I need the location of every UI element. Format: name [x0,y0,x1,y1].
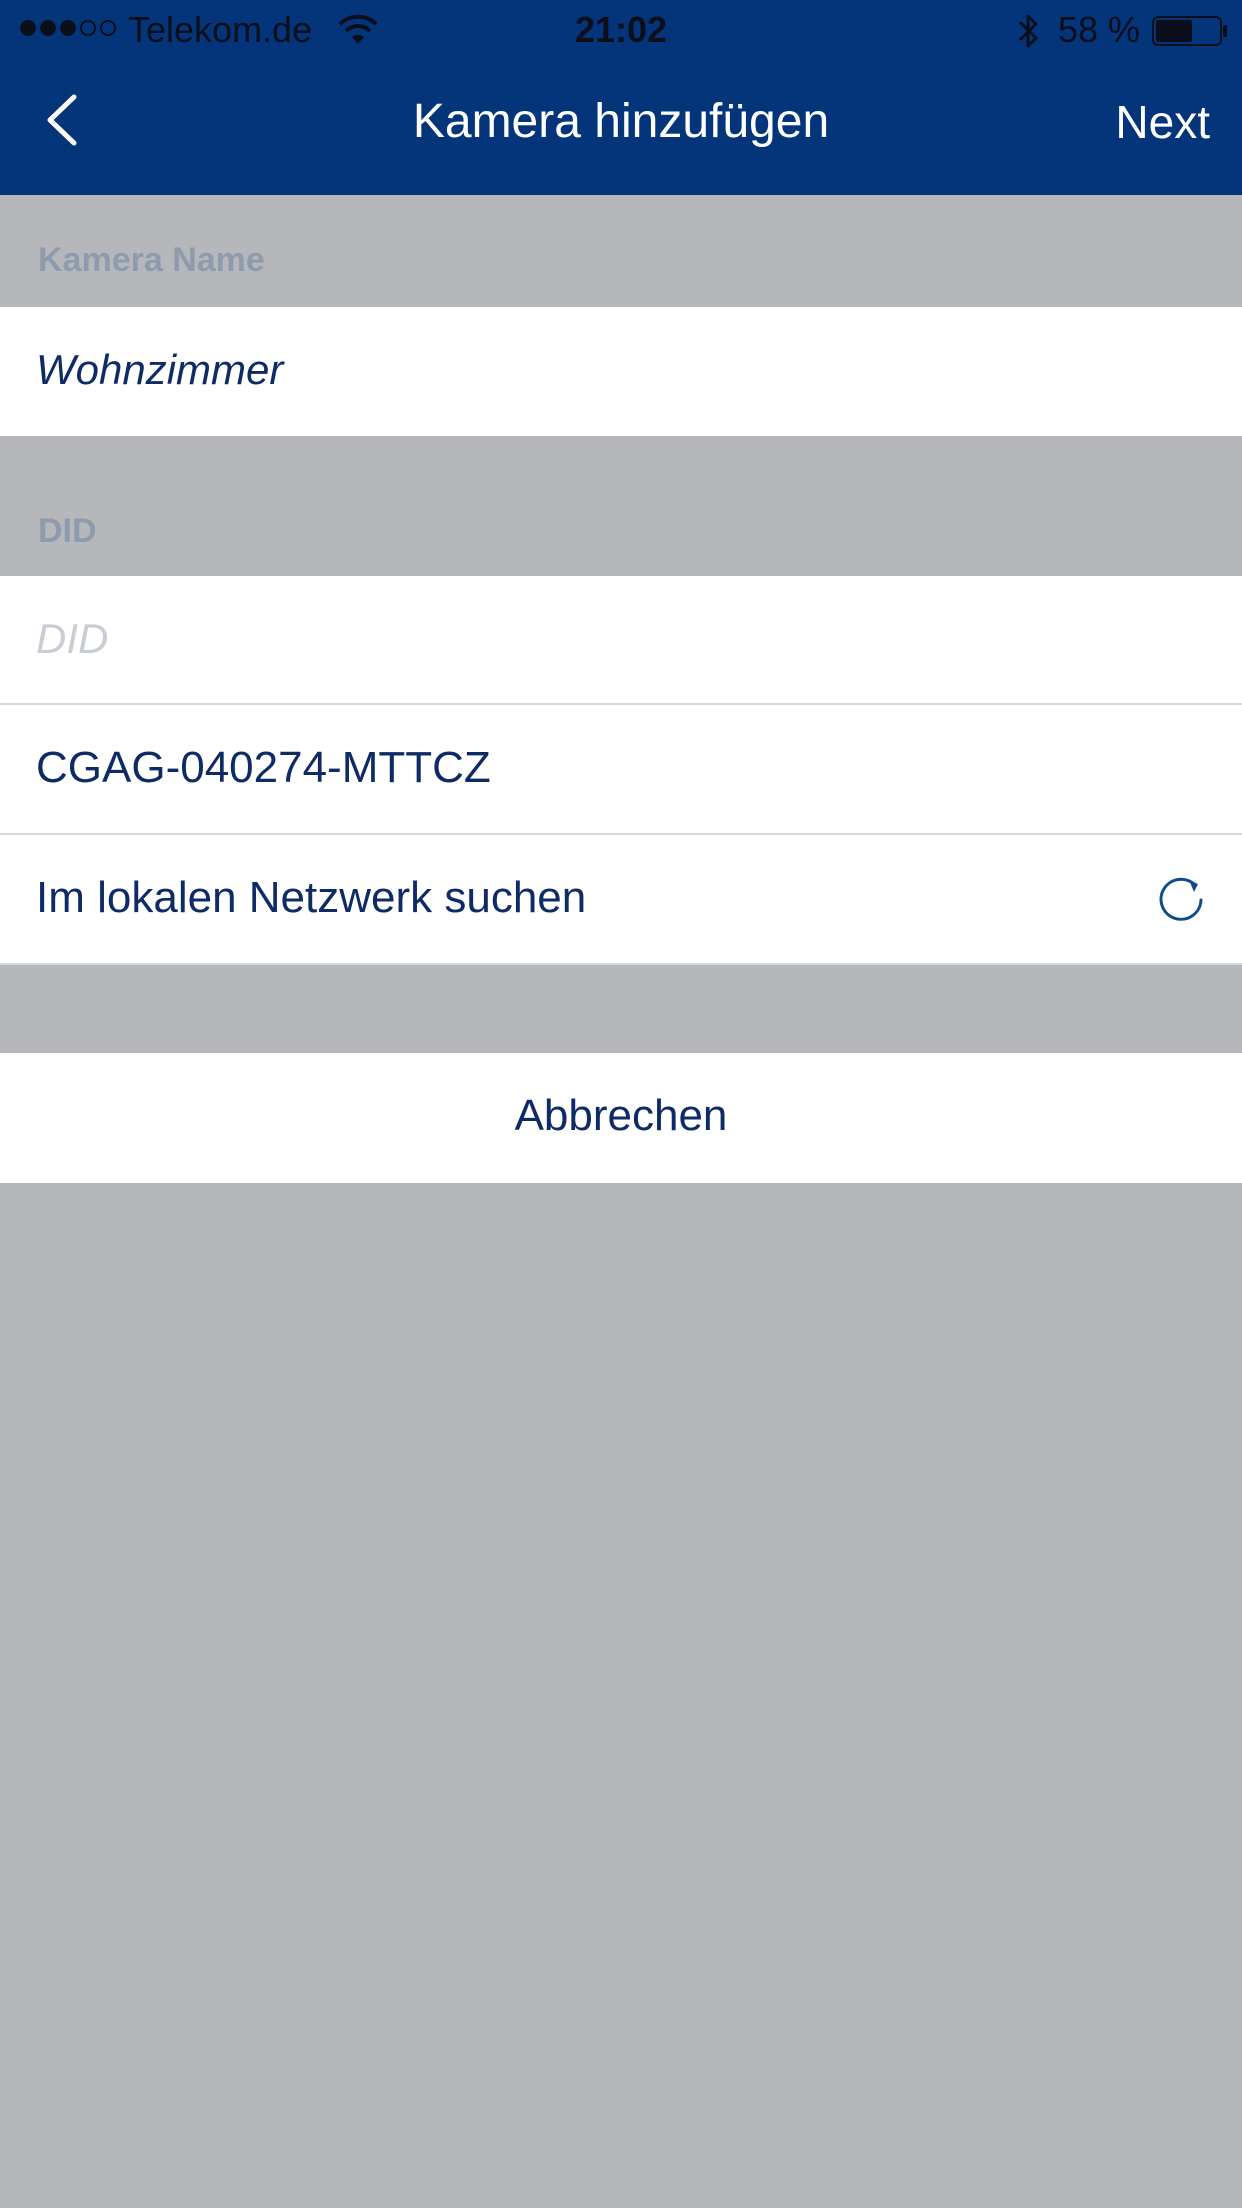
camera-name-section-header: Kamera Name [0,195,1242,307]
did-header: DID [38,512,97,550]
camera-name-row [0,307,1242,436]
refresh-icon[interactable] [1156,875,1206,925]
status-time: 21:02 [574,9,668,50]
camera-name-input[interactable] [36,335,1196,405]
top-bar: Telekom.de 21:02 58 % Kamera hinzufügen … [0,0,1242,195]
chevron-left-icon [47,94,77,146]
page-title: Kamera hinzufügen [412,95,830,148]
status-bar: Telekom.de 21:02 58 % [0,0,1242,60]
search-local-network-row[interactable]: Im lokalen Netzwerk suchen [0,835,1242,965]
suggested-did-row[interactable]: CGAG-040274-MTTCZ [0,705,1242,835]
camera-name-header: Kamera Name [38,241,265,279]
section-spacer [0,965,1242,1053]
navigation-bar: Kamera hinzufügen Next [0,60,1242,195]
did-section-header: DID [0,436,1242,576]
cancel-button[interactable]: Abbrechen [0,1053,1242,1183]
back-button[interactable] [30,88,94,152]
suggested-did[interactable]: CGAG-040274-MTTCZ [36,743,491,793]
battery-percentage: 58 % [1058,9,1141,50]
search-local-network-label[interactable]: Im lokalen Netzwerk suchen [36,873,586,923]
did-input[interactable] [36,604,1196,674]
battery-icon [1152,16,1227,46]
bluetooth-icon [1018,14,1038,48]
did-input-row [0,576,1242,705]
cancel-label: Abbrechen [514,1091,728,1140]
next-button[interactable]: Next [1115,90,1210,154]
